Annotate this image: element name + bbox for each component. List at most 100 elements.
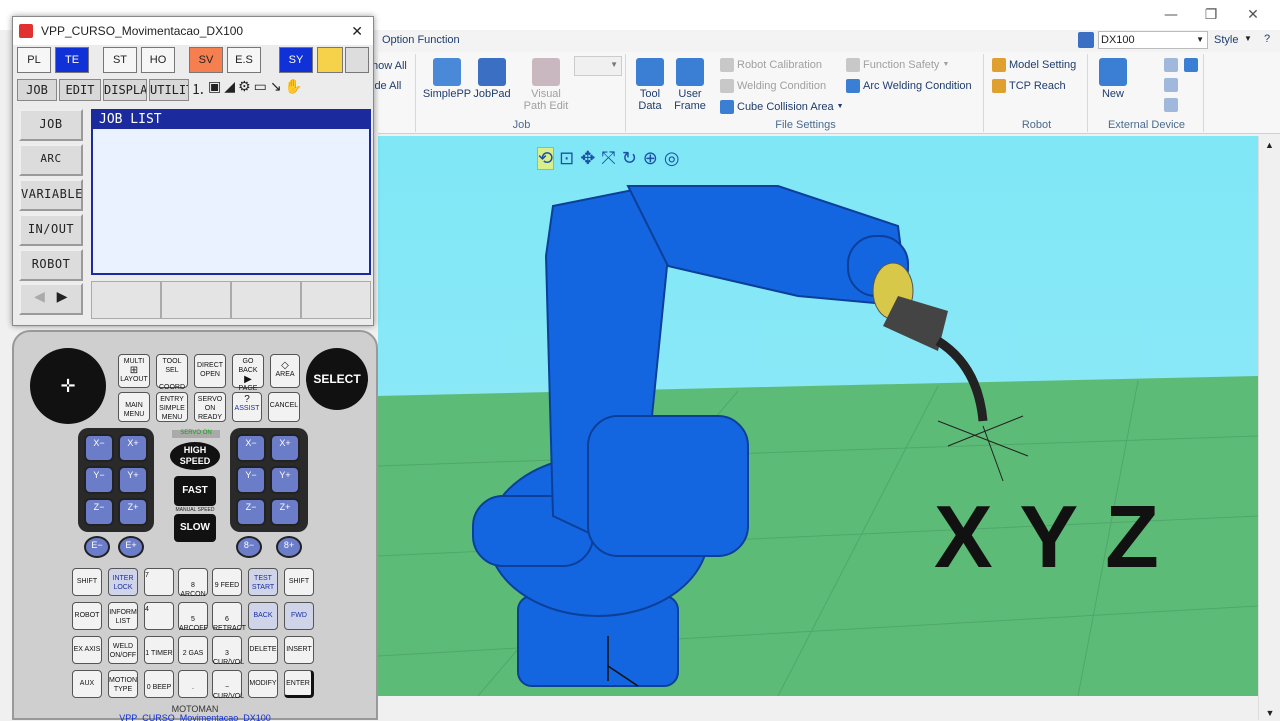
target-icon[interactable]: ◎ xyxy=(664,148,680,169)
side-menu-in-out[interactable]: IN/OUT xyxy=(19,214,83,246)
menu-job[interactable]: JOB xyxy=(17,79,57,101)
test-start-key[interactable]: TEST START xyxy=(248,568,278,596)
key-0-beep[interactable]: 0 BEEP xyxy=(144,670,174,698)
coord-key[interactable]: TOOL SEL COORD xyxy=(156,354,188,391)
move-icon[interactable]: ⤧ xyxy=(601,148,615,169)
jog-z-minus[interactable]: Z− xyxy=(84,498,114,526)
cancel-key[interactable]: CANCEL xyxy=(268,392,300,422)
side-menu-job[interactable]: JOB xyxy=(19,109,83,141)
inform-list-key[interactable]: INFORM LIST xyxy=(108,602,138,630)
status-ho[interactable]: HO xyxy=(141,47,175,73)
jog-y-minus[interactable]: Y− xyxy=(84,466,114,494)
signal-icon[interactable]: ◢ xyxy=(224,79,235,101)
key-3-cur-vol[interactable]: 3 CUR/VOL xyxy=(212,636,244,666)
scroll-up-icon[interactable]: ▲ xyxy=(1259,136,1280,154)
back-key[interactable]: BACK xyxy=(248,602,278,630)
jog-8-minus[interactable]: 8− xyxy=(236,536,262,558)
jog-e-minus[interactable]: E− xyxy=(84,536,110,558)
simple-menu-key[interactable]: ENTRY SIMPLE MENU xyxy=(156,392,188,422)
status-sv[interactable]: SV xyxy=(189,47,223,73)
numbered-list-icon[interactable]: ⒈ xyxy=(191,79,205,101)
key-4[interactable]: 4 xyxy=(144,602,174,630)
torch-icon[interactable]: ⚙ xyxy=(238,79,251,101)
device-icon[interactable] xyxy=(1164,78,1178,92)
enter-key[interactable]: ENTER xyxy=(284,670,314,698)
hide-all-button[interactable]: ide All xyxy=(372,80,401,92)
key-dot[interactable]: . xyxy=(178,670,208,698)
key-5-arcoff[interactable]: 5 ARCOFF xyxy=(178,602,208,632)
key-7[interactable]: 7 xyxy=(144,568,174,596)
page-nav[interactable]: ◀ ▶ xyxy=(19,283,83,315)
modify-key[interactable]: MODIFY xyxy=(248,670,278,698)
robot-calibration-button[interactable]: Robot Calibration xyxy=(720,56,822,74)
jog-rz-minus[interactable]: Z− xyxy=(236,498,266,526)
arrow-icon[interactable]: ↘ xyxy=(270,79,282,101)
cube-collision-area-button[interactable]: Cube Collision Area ▼ xyxy=(720,98,844,116)
menu-utility[interactable]: UTILITY xyxy=(149,79,189,101)
key-minus-cur-vol[interactable]: − CUR/VOL xyxy=(212,670,244,700)
zoom-box-icon[interactable]: ⊡ xyxy=(559,148,574,169)
ex-axis-key[interactable]: EX AXIS xyxy=(72,636,102,664)
delete-key[interactable]: DELETE xyxy=(248,636,278,664)
jog-y-plus[interactable]: Y+ xyxy=(118,466,148,494)
key-2-gas[interactable]: 2 GAS xyxy=(178,636,208,664)
status-pl[interactable]: PL xyxy=(17,47,51,73)
pendant-close-button[interactable]: ✕ xyxy=(351,17,363,45)
jog-rx-plus[interactable]: X+ xyxy=(270,434,300,462)
job-list-panel[interactable]: JOB LIST xyxy=(91,109,371,275)
key-8-arcon[interactable]: 8 ARCON xyxy=(178,568,208,598)
jog-x-minus[interactable]: X− xyxy=(84,434,114,462)
select-button[interactable]: SELECT xyxy=(306,348,368,410)
area-key[interactable]: ◇ AREA xyxy=(270,354,300,388)
interlock-key[interactable]: INTER LOCK xyxy=(108,568,138,596)
shift-key-right[interactable]: SHIFT xyxy=(284,568,314,596)
key-6-retract[interactable]: 6 RETRACT xyxy=(212,602,246,632)
high-speed-button[interactable]: HIGH SPEED xyxy=(170,442,220,470)
jog-rx-minus[interactable]: X− xyxy=(236,434,266,462)
status-te[interactable]: TE xyxy=(55,47,89,73)
aux-key[interactable]: AUX xyxy=(72,670,102,698)
jog-8-plus[interactable]: 8+ xyxy=(276,536,302,558)
simplepp-button[interactable]: SimplePP xyxy=(422,58,472,100)
side-menu-variable[interactable]: VARIABLE xyxy=(19,179,83,211)
monitor-icon[interactable]: ▭ xyxy=(254,79,267,101)
status-st[interactable]: ST xyxy=(103,47,137,73)
cursor-pad[interactable]: ✛ xyxy=(30,348,106,424)
arrow-right-icon[interactable]: ▶ xyxy=(57,286,68,307)
minimize-button[interactable]: — xyxy=(1156,4,1186,26)
status-sy[interactable]: SY xyxy=(279,47,313,73)
fwd-key[interactable]: FWD xyxy=(284,602,314,630)
motion-type-key[interactable]: MOTION TYPE xyxy=(108,670,138,698)
robot-key[interactable]: ROBOT xyxy=(72,602,102,630)
weld-on-off-key[interactable]: WELD ON/OFF xyxy=(108,636,138,664)
main-menu-key[interactable]: MAIN MENU xyxy=(118,392,150,422)
fast-button[interactable]: FAST xyxy=(174,476,216,506)
insert-key[interactable]: INSERT xyxy=(284,636,314,664)
visual-path-edit-button[interactable]: Visual Path Edit xyxy=(518,58,574,112)
close-button[interactable]: ✕ xyxy=(1238,4,1268,26)
key-9-feed[interactable]: 9 FEED xyxy=(212,568,242,596)
device-icon[interactable] xyxy=(1164,98,1178,112)
device-icon[interactable] xyxy=(1184,58,1198,72)
jobpad-button[interactable]: JobPad xyxy=(472,58,512,100)
rotate-icon[interactable]: ⟲ xyxy=(536,147,555,170)
tcp-reach-button[interactable]: TCP Reach xyxy=(992,77,1066,95)
page-key[interactable]: GO BACK ▶ PAGE xyxy=(232,354,264,392)
new-device-button[interactable]: New xyxy=(1096,58,1130,100)
jog-ry-minus[interactable]: Y− xyxy=(236,466,266,494)
side-menu-arc-welding[interactable]: ARC WELDING xyxy=(19,144,83,176)
jog-z-plus[interactable]: Z+ xyxy=(118,498,148,526)
slow-button[interactable]: SLOW xyxy=(174,514,216,542)
keypad-icon[interactable] xyxy=(345,47,369,73)
help-icon[interactable]: ? xyxy=(1264,33,1270,45)
pan-icon[interactable]: ✥ xyxy=(580,148,595,169)
tool-data-button[interactable]: Tool Data xyxy=(630,58,670,112)
welding-condition-button[interactable]: Welding Condition xyxy=(720,77,826,95)
jog-e-plus[interactable]: E+ xyxy=(118,536,144,558)
zoom-icon[interactable]: ⊕ xyxy=(643,148,658,169)
menu-edit[interactable]: EDIT xyxy=(59,79,101,101)
tab-option-function[interactable]: Option Function xyxy=(382,34,460,46)
shift-key-left[interactable]: SHIFT xyxy=(72,568,102,596)
show-all-button[interactable]: how All xyxy=(372,60,407,72)
menu-display[interactable]: DISPLAY xyxy=(103,79,147,101)
